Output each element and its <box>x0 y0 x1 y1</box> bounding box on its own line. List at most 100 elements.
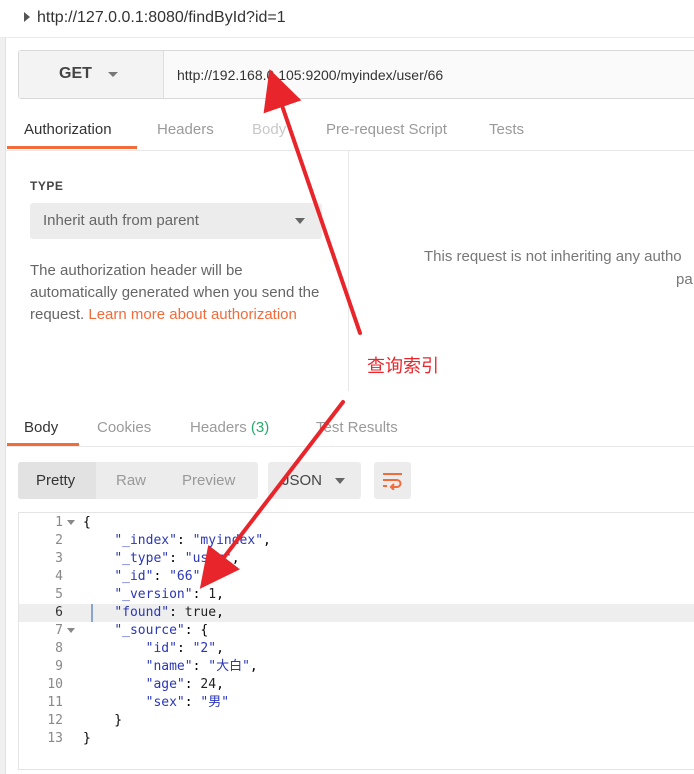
code-text: "age": 24, <box>145 677 224 692</box>
json-key: "_version" <box>114 587 193 602</box>
json-value: "2" <box>192 641 217 656</box>
fold-caret-icon[interactable] <box>67 628 75 633</box>
line-number: 6 <box>55 605 63 620</box>
tab-authorization[interactable]: Authorization <box>24 121 112 138</box>
json-key: "sex" <box>145 695 185 710</box>
code-line: 8 "id": "2", <box>19 640 694 658</box>
expand-caret-icon[interactable] <box>24 12 30 22</box>
active-tab-indicator <box>7 146 137 149</box>
tab-pre-request-script[interactable]: Pre-request Script <box>326 121 447 138</box>
code-line: 12 } <box>19 712 694 730</box>
code-text: "_source": { <box>114 623 209 638</box>
learn-more-link[interactable]: Learn more about authorization <box>88 306 296 323</box>
line-number: 9 <box>55 659 63 674</box>
json-key: "_id" <box>114 569 154 584</box>
code-text: } <box>83 731 91 746</box>
code-line: 10 "age": 24, <box>19 676 694 694</box>
headers-count-badge: (3) <box>250 419 270 436</box>
json-value: "男" <box>200 695 230 710</box>
method-select[interactable]: GET <box>19 51 164 98</box>
code-text: "sex": "男" <box>145 695 230 710</box>
preview-button[interactable]: Preview <box>182 472 235 489</box>
response-body-editor[interactable]: 1 { 2 "_index": "myindex", 3 "_type": "u… <box>18 512 694 770</box>
fold-caret-icon[interactable] <box>67 520 75 525</box>
tab-body[interactable]: Body <box>252 121 286 138</box>
json-value: "66" <box>169 569 201 584</box>
line-number: 8 <box>55 641 63 656</box>
line-number: 4 <box>55 569 63 584</box>
code-line: 11 "sex": "男" <box>19 694 694 712</box>
tab-response-headers-label: Headers <box>190 419 247 436</box>
json-value: "大白" <box>208 659 250 674</box>
inherit-message-cont: pa <box>676 271 693 288</box>
panel-divider <box>348 151 349 391</box>
json-key: "id" <box>145 641 177 656</box>
tab-test-results[interactable]: Test Results <box>316 419 398 436</box>
code-text: "_id": "66", <box>114 569 209 584</box>
language-select[interactable]: JSON <box>268 462 361 499</box>
line-number: 1 <box>55 515 63 530</box>
raw-button[interactable]: Raw <box>116 472 146 489</box>
tab-response-headers[interactable]: Headers (3) <box>190 419 269 436</box>
code-text: "found": true, <box>114 605 224 620</box>
json-key: "_type" <box>114 551 170 566</box>
code-text: } <box>83 713 123 728</box>
pretty-button[interactable]: Pretty <box>18 462 96 499</box>
code-line: 13 } <box>19 730 694 748</box>
tab-cookies[interactable]: Cookies <box>97 419 151 436</box>
json-key: "_index" <box>114 533 177 548</box>
wrap-lines-icon <box>383 473 402 490</box>
code-text: "name": "大白", <box>145 659 258 674</box>
auth-type-value: Inherit auth from parent <box>43 212 199 229</box>
json-key: "found" <box>114 605 170 620</box>
json-value: "myindex" <box>192 533 264 548</box>
json-value: true <box>184 605 217 620</box>
inherit-message: This request is not inheriting any autho <box>424 248 682 265</box>
line-number: 12 <box>47 713 63 728</box>
chevron-down-icon <box>335 478 345 484</box>
method-label: GET <box>59 65 92 82</box>
code-text: { <box>83 515 91 530</box>
code-line: 3 "_type": "user", <box>19 550 694 568</box>
code-line: 7 "_source": { <box>19 622 694 640</box>
pretty-label: Pretty <box>36 472 76 489</box>
editor-bottom-border <box>18 769 694 770</box>
json-key: "_source" <box>114 623 185 638</box>
language-value: JSON <box>282 472 323 489</box>
annotation-label: 查询索引 <box>367 356 439 376</box>
code-line: 5 "_version": 1, <box>19 586 694 604</box>
auth-description: The authorization header will be automat… <box>30 260 330 326</box>
code-line: 1 { <box>19 514 694 532</box>
line-number: 3 <box>55 551 63 566</box>
auth-type-label: TYPE <box>30 179 64 193</box>
response-tabs: Body Cookies Headers (3) Test Results <box>0 407 694 447</box>
tab-response-body[interactable]: Body <box>24 419 58 436</box>
tab-headers[interactable]: Headers <box>157 121 214 138</box>
url-input[interactable] <box>165 51 693 98</box>
tabs-divider <box>6 150 694 151</box>
line-number: 10 <box>47 677 63 692</box>
line-number: 13 <box>47 731 63 746</box>
url-bar: GET <box>18 50 694 99</box>
line-number: 5 <box>55 587 63 602</box>
code-text: "id": "2", <box>145 641 224 656</box>
code-text: "_type": "user", <box>114 551 240 566</box>
chevron-down-icon <box>295 218 305 224</box>
tab-tests[interactable]: Tests <box>489 121 524 138</box>
auth-type-select[interactable]: Inherit auth from parent <box>30 203 322 239</box>
json-key: "age" <box>145 677 185 692</box>
code-line-highlighted: 6 "found": true, <box>19 604 694 622</box>
line-number: 7 <box>55 623 63 638</box>
tabs-divider <box>6 446 694 447</box>
text-cursor <box>91 604 93 622</box>
code-text: "_version": 1, <box>114 587 224 602</box>
request-title: http://127.0.0.1:8080/findById?id=1 <box>37 9 286 26</box>
json-value: 1 <box>208 587 217 602</box>
json-key: "name" <box>145 659 193 674</box>
wrap-lines-button[interactable] <box>374 462 411 499</box>
request-title-bar[interactable]: http://127.0.0.1:8080/findById?id=1 <box>0 0 694 38</box>
code-line: 4 "_id": "66", <box>19 568 694 586</box>
line-number: 2 <box>55 533 63 548</box>
code-line: 2 "_index": "myindex", <box>19 532 694 550</box>
json-value: "user" <box>184 551 232 566</box>
